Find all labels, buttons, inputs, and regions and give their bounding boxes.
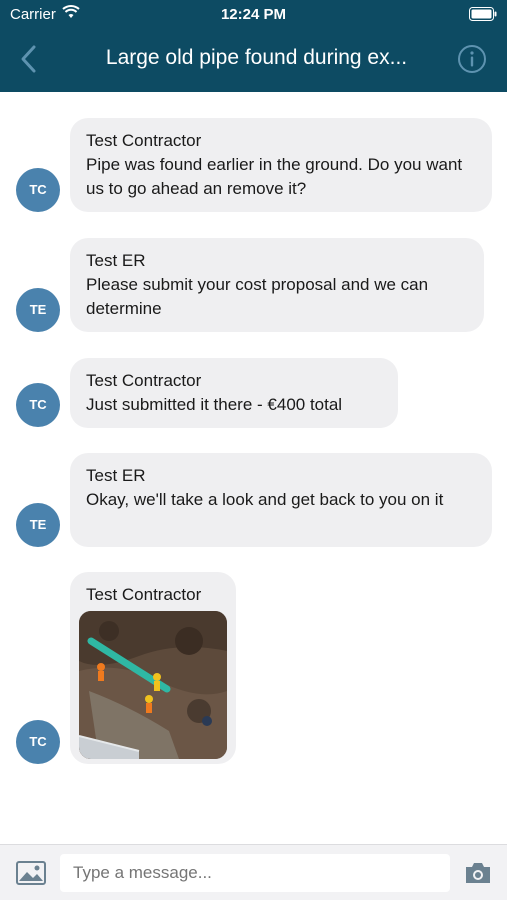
sender-name: Test ER xyxy=(86,466,146,485)
back-chevron-icon[interactable] xyxy=(16,44,42,74)
camera-icon[interactable] xyxy=(464,861,492,885)
battery-icon xyxy=(469,7,497,21)
message-text: Pipe was found earlier in the ground. Do… xyxy=(86,155,463,198)
conversation-title: Large old pipe found during ex... xyxy=(105,46,408,69)
message-text: Please submit your cost proposal and we … xyxy=(86,275,429,318)
message-bubble[interactable]: Test ER Okay, we'll take a look and get … xyxy=(70,453,492,547)
avatar: TE xyxy=(16,503,60,547)
message-bubble[interactable]: Test Contractor Pipe was found earlier i… xyxy=(70,118,492,212)
sender-name: Test Contractor xyxy=(86,131,202,150)
message-bubble[interactable]: Test Contractor xyxy=(70,572,236,764)
clock: 12:24 PM xyxy=(220,6,287,23)
avatar: TE xyxy=(16,288,60,332)
sender-name: Test ER xyxy=(86,251,146,270)
info-icon[interactable] xyxy=(457,44,487,74)
message-bubble[interactable]: Test ER Please submit your cost proposal… xyxy=(70,238,484,332)
avatar: TC xyxy=(16,720,60,764)
sender-name: Test Contractor xyxy=(86,585,202,604)
composer-bar xyxy=(0,844,507,900)
message-list[interactable]: TC Test Contractor Pipe was found earlie… xyxy=(0,92,507,844)
message-text: Just submitted it there - €400 total xyxy=(86,395,343,414)
sender-name: Test Contractor xyxy=(86,371,202,390)
message-bubble[interactable]: Test Contractor Just submitted it there … xyxy=(70,358,398,428)
navigation-bar: Large old pipe found during ex... xyxy=(0,30,507,90)
gallery-icon[interactable] xyxy=(16,861,46,885)
message-input[interactable] xyxy=(60,854,450,892)
attached-photo[interactable] xyxy=(79,611,227,759)
status-bar: Carrier 12:24 PM xyxy=(0,0,507,28)
avatar: TC xyxy=(16,168,60,212)
message-text: Okay, we'll take a look and get back to … xyxy=(86,490,444,509)
top-bar: Carrier 12:24 PM Large old pipe found du… xyxy=(0,0,507,92)
avatar: TC xyxy=(16,383,60,427)
